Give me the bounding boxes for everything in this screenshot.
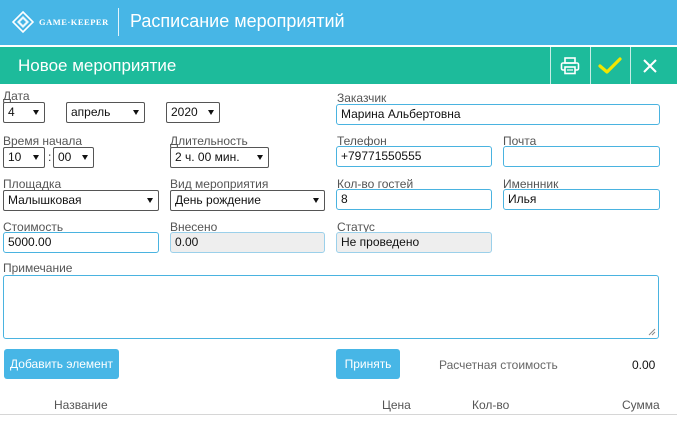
column-header-price: Цена bbox=[382, 398, 411, 412]
customer-label: Заказчик bbox=[337, 91, 387, 105]
column-header-quantity: Кол-во bbox=[472, 398, 510, 412]
header-divider bbox=[118, 8, 119, 36]
chevron-down-icon bbox=[133, 110, 139, 115]
month-select[interactable]: апрель bbox=[66, 102, 145, 123]
chevron-down-icon bbox=[313, 198, 319, 203]
print-button[interactable] bbox=[550, 47, 588, 84]
chevron-down-icon bbox=[82, 155, 88, 160]
date-label: Дата bbox=[3, 89, 30, 103]
customer-input[interactable]: Марина Альбертовна bbox=[336, 104, 660, 125]
form-header: Новое мероприятие bbox=[0, 47, 677, 84]
logo-diamond-icon bbox=[11, 10, 35, 34]
minute-select[interactable]: 00 bbox=[53, 147, 94, 168]
close-button[interactable] bbox=[630, 47, 668, 84]
event-type-value: День рождение bbox=[175, 193, 261, 207]
chevron-down-icon bbox=[257, 155, 263, 160]
resize-handle-icon[interactable] bbox=[648, 328, 656, 336]
event-type-select[interactable]: День рождение bbox=[170, 190, 325, 211]
save-button[interactable] bbox=[590, 47, 628, 84]
time-separator: : bbox=[48, 150, 52, 164]
guests-input[interactable]: 8 bbox=[336, 189, 492, 210]
venue-value: Малышковая bbox=[8, 193, 82, 207]
duration-value: 2 ч. 00 мин. bbox=[175, 150, 240, 164]
chevron-down-icon bbox=[208, 110, 214, 115]
venue-select[interactable]: Малышковая bbox=[3, 190, 159, 211]
note-label: Примечание bbox=[3, 261, 73, 275]
note-textarea[interactable] bbox=[3, 275, 659, 339]
calc-cost-value: 0.00 bbox=[632, 358, 656, 372]
game-keeper-logo: GAME·KEEPER bbox=[11, 9, 109, 35]
day-select[interactable]: 4 bbox=[3, 102, 45, 123]
add-element-button[interactable]: Добавить элемент bbox=[4, 349, 119, 379]
year-value: 2020 bbox=[171, 105, 198, 119]
event-type-label: Вид мероприятия bbox=[170, 177, 269, 191]
minute-value: 00 bbox=[58, 150, 72, 164]
duration-label: Длительность bbox=[170, 134, 248, 148]
app-header: GAME·KEEPER Расписание мероприятий bbox=[0, 0, 677, 45]
hour-select[interactable]: 10 bbox=[3, 147, 45, 168]
table-header-divider bbox=[0, 414, 677, 415]
email-input[interactable] bbox=[503, 146, 660, 167]
printer-icon bbox=[560, 56, 579, 74]
close-icon bbox=[642, 58, 657, 73]
checkmark-icon bbox=[597, 56, 622, 74]
duration-select[interactable]: 2 ч. 00 мин. bbox=[170, 147, 269, 168]
day-value: 4 bbox=[8, 105, 15, 119]
chevron-down-icon bbox=[33, 110, 39, 115]
page-title: Расписание мероприятий bbox=[130, 11, 345, 31]
month-value: апрель bbox=[71, 105, 111, 119]
column-header-name: Название bbox=[54, 398, 108, 412]
phone-input[interactable]: +79771550555 bbox=[336, 146, 492, 167]
status-field: Не проведено bbox=[336, 232, 492, 253]
column-header-sum: Сумма bbox=[622, 398, 660, 412]
logo-text: GAME·KEEPER bbox=[39, 17, 109, 27]
year-select[interactable]: 2020 bbox=[166, 102, 220, 123]
chevron-down-icon bbox=[147, 198, 153, 203]
venue-label: Площадка bbox=[3, 177, 62, 191]
form-title: Новое мероприятие bbox=[18, 56, 177, 75]
chevron-down-icon bbox=[33, 155, 39, 160]
paid-field: 0.00 bbox=[170, 232, 325, 253]
hour-value: 10 bbox=[8, 150, 22, 164]
accept-button[interactable]: Принять bbox=[336, 349, 400, 379]
cost-input[interactable]: 5000.00 bbox=[3, 232, 159, 253]
start-time-label: Время начала bbox=[3, 134, 83, 148]
birthday-person-input[interactable]: Илья bbox=[503, 189, 660, 210]
calc-cost-label: Расчетная стоимость bbox=[439, 358, 558, 372]
